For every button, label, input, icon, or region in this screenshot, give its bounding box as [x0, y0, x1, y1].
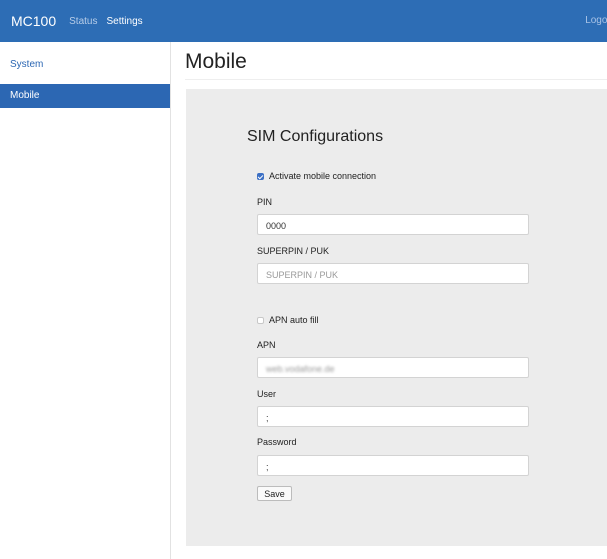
user-label: User [257, 389, 277, 399]
apn-auto-fill-checkbox-row[interactable]: APN auto fill [257, 315, 319, 325]
form-panel [186, 89, 607, 546]
activate-mobile-label: Activate mobile connection [269, 171, 377, 181]
user-field[interactable]: ; [257, 406, 529, 427]
password-label: Password [257, 437, 297, 447]
apn-label: APN [257, 340, 276, 350]
activate-mobile-checkbox-row[interactable]: Activate mobile connection [257, 171, 376, 181]
pin-field[interactable]: 0000 [257, 214, 529, 235]
puk-label: SUPERPIN / PUK [257, 246, 330, 256]
page-title: Mobile [185, 50, 247, 73]
section-title: SIM Configurations [247, 128, 384, 145]
password-field[interactable]: ; [257, 455, 529, 476]
title-divider [185, 79, 607, 80]
sidebar: System Mobile [0, 42, 171, 559]
pin-label: PIN [257, 197, 273, 207]
apn-auto-fill-label: APN auto fill [269, 315, 319, 325]
sidebar-item-mobile[interactable]: Mobile [0, 84, 170, 108]
sidebar-item-system[interactable]: System [0, 53, 170, 76]
top-navbar: MC100 Status Settings Logou [0, 0, 607, 42]
nav-link-settings[interactable]: Settings [107, 16, 143, 27]
brand-link[interactable]: MC100 [11, 13, 56, 29]
save-button[interactable]: Save [257, 486, 292, 501]
logout-link[interactable]: Logou [585, 15, 607, 26]
puk-field[interactable]: SUPERPIN / PUK [257, 263, 529, 284]
nav-link-status[interactable]: Status [69, 16, 97, 27]
activate-mobile-checkbox[interactable] [257, 172, 264, 180]
apn-field[interactable]: web.vodafone.de [257, 357, 529, 378]
apn-auto-fill-checkbox[interactable] [257, 316, 264, 324]
apn-value: web.vodafone.de [266, 364, 335, 374]
